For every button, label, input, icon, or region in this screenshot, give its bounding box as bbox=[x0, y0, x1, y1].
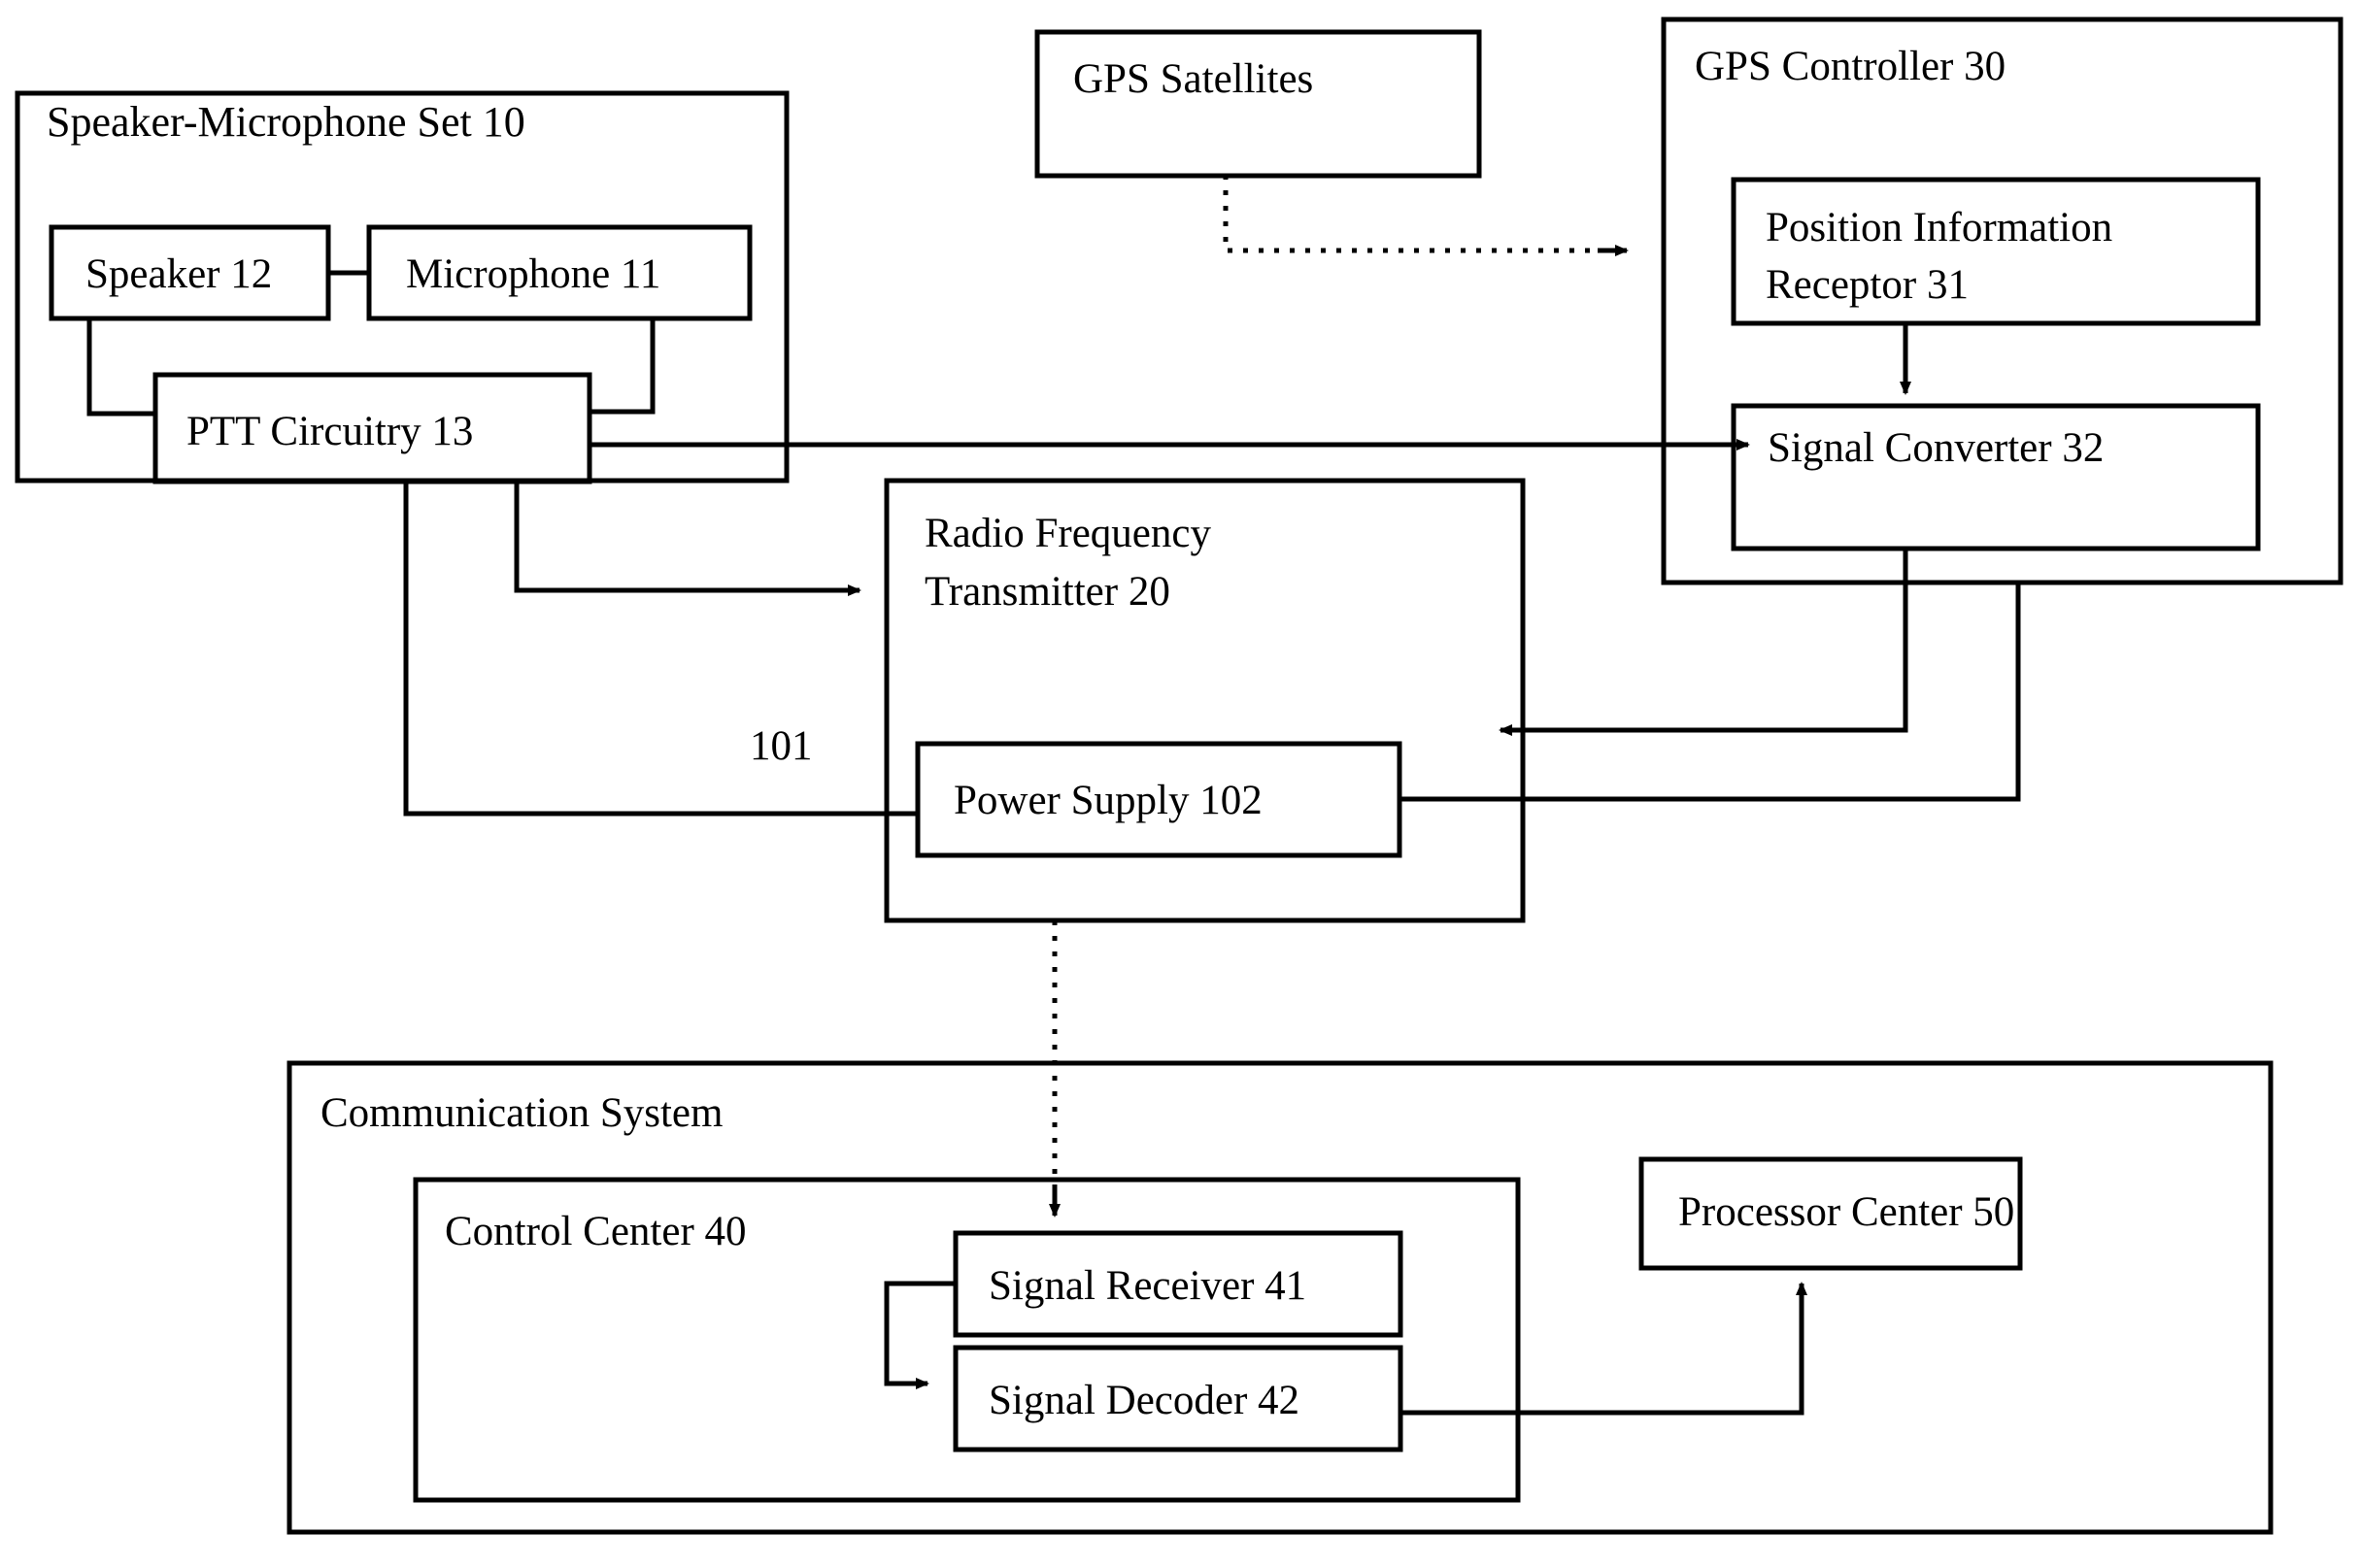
diagram-canvas: Speaker-Microphone Set 10 Speaker 12 Mic… bbox=[0, 0, 2360, 1568]
box-label-signal-receiver: Signal Receiver 41 bbox=[989, 1263, 1306, 1309]
connector-receiver-to-decoder bbox=[884, 1281, 956, 1389]
connector-speaker-to-ptt bbox=[86, 318, 155, 417]
group-label-speaker-microphone-set: Speaker-Microphone Set 10 bbox=[47, 98, 525, 146]
box-label-radio-frequency-transmitter-line1: Radio Frequency bbox=[925, 511, 1211, 556]
box-power-supply: Power Supply 102 bbox=[915, 741, 1402, 858]
group-label-gps-controller: GPS Controller 30 bbox=[1695, 44, 2006, 89]
reference-label-101: 101 bbox=[750, 723, 813, 769]
box-position-information-receptor: Position Information Receptor 31 bbox=[1731, 177, 2261, 326]
box-label-speaker: Speaker 12 bbox=[85, 251, 272, 297]
box-signal-converter: Signal Converter 32 bbox=[1731, 403, 2261, 551]
block-diagram-svg: Speaker-Microphone Set 10 Speaker 12 Mic… bbox=[15, 17, 2343, 1535]
box-label-microphone: Microphone 11 bbox=[406, 251, 660, 297]
box-signal-decoder: Signal Decoder 42 bbox=[953, 1345, 1403, 1452]
box-microphone: Microphone 11 bbox=[366, 224, 753, 321]
box-gps-satellites: GPS Satellites bbox=[1034, 29, 1482, 179]
box-label-radio-frequency-transmitter-line2: Transmitter 20 bbox=[925, 569, 1170, 615]
group-label-communication-system: Communication System bbox=[320, 1090, 723, 1136]
group-label-control-center: Control Center 40 bbox=[445, 1209, 747, 1254]
box-label-ptt-circuitry: PTT Circuitry 13 bbox=[186, 409, 473, 454]
connector-ptt-to-rf-transmitter bbox=[514, 481, 861, 596]
box-label-gps-satellites: GPS Satellites bbox=[1073, 56, 1313, 102]
box-label-position-information-receptor-line1: Position Information bbox=[1766, 205, 2112, 250]
connector-microphone-to-ptt bbox=[590, 318, 656, 415]
connector-power-supply-to-gps-controller bbox=[1399, 583, 2021, 802]
box-processor-center: Processor Center 50 bbox=[1638, 1156, 2023, 1271]
box-label-processor-center: Processor Center 50 bbox=[1678, 1189, 2014, 1235]
box-label-signal-converter: Signal Converter 32 bbox=[1768, 425, 2104, 471]
box-label-position-information-receptor-line2: Receptor 31 bbox=[1766, 262, 1969, 308]
connector-101-to-power-supply bbox=[403, 481, 918, 817]
connector-converter-to-rf-transmitter bbox=[1499, 549, 1908, 736]
box-ptt-circuitry: PTT Circuitry 13 bbox=[152, 372, 592, 484]
box-speaker: Speaker 12 bbox=[49, 224, 331, 321]
connector-satellites-to-receptor bbox=[1223, 175, 1629, 256]
box-signal-receiver: Signal Receiver 41 bbox=[953, 1230, 1403, 1338]
box-label-power-supply: Power Supply 102 bbox=[954, 778, 1263, 823]
box-label-signal-decoder: Signal Decoder 42 bbox=[989, 1378, 1299, 1423]
connector-decoder-to-processor bbox=[1400, 1282, 1807, 1416]
